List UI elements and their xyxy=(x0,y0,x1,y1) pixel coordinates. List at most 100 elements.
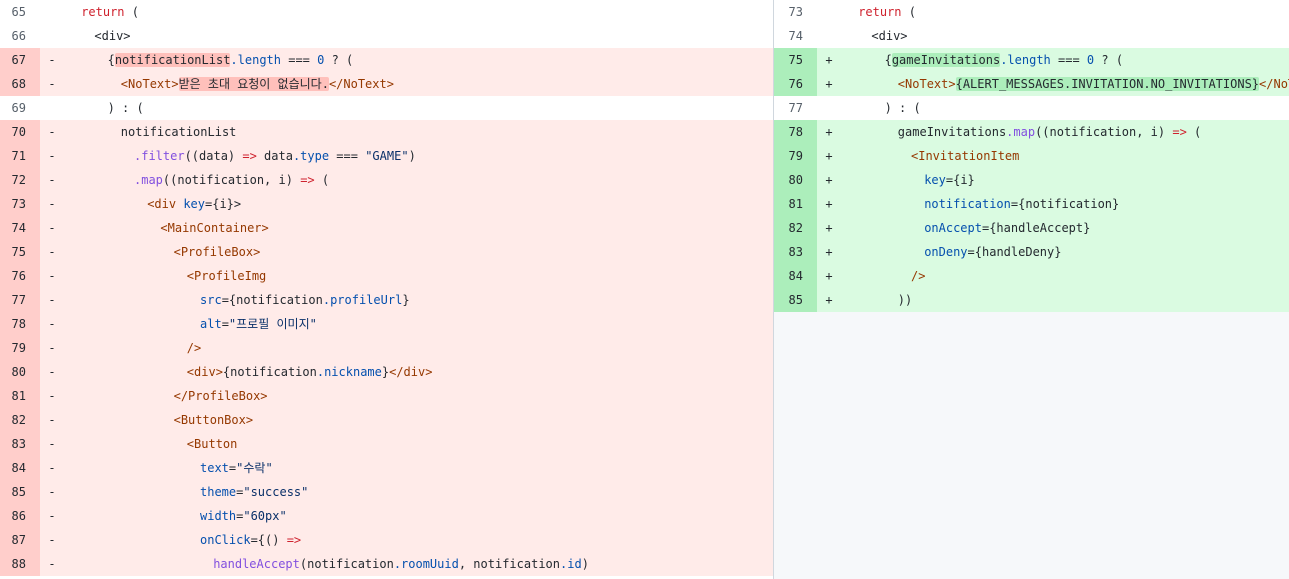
code-token: <div> xyxy=(94,29,131,43)
diff-marker: + xyxy=(825,149,833,163)
line-number[interactable]: 75 xyxy=(774,48,817,72)
line-number[interactable]: 77 xyxy=(774,96,817,120)
line-number[interactable]: 83 xyxy=(0,432,40,456)
diff-marker: + xyxy=(825,173,833,187)
line-number[interactable]: 83 xyxy=(774,240,817,264)
code-token: ={i} xyxy=(945,173,975,187)
code-token: theme xyxy=(200,485,237,499)
diff-line-added: 84 + /> xyxy=(774,264,1289,288)
code-line: /> xyxy=(841,264,1289,288)
line-number[interactable]: 88 xyxy=(0,552,40,576)
line-number[interactable]: 74 xyxy=(774,24,817,48)
line-number[interactable]: 76 xyxy=(774,72,817,96)
line-number[interactable]: 65 xyxy=(0,0,40,24)
code-line: .filter((data) => data.type === "GAME") xyxy=(64,144,773,168)
code-line: <ButtonBox> xyxy=(64,408,773,432)
diff-line-deleted: 88- handleAccept(notification.roomUuid, n… xyxy=(0,552,773,576)
line-number[interactable]: 84 xyxy=(0,456,40,480)
line-number[interactable]: 87 xyxy=(0,528,40,552)
line-number[interactable]: 77 xyxy=(0,288,40,312)
line-number[interactable]: 80 xyxy=(0,360,40,384)
code-token: <div xyxy=(147,197,177,211)
diff-marker: - xyxy=(48,341,56,355)
diff-line-added: 79 + <InvitationItem xyxy=(774,144,1289,168)
line-number[interactable]: 76 xyxy=(0,264,40,288)
diff-line-context: 73 return ( xyxy=(774,0,1289,24)
line-number[interactable]: 71 xyxy=(0,144,40,168)
diff-line-deleted: 76- <ProfileImg xyxy=(0,264,773,288)
code-token: <ProfileImg xyxy=(186,269,267,283)
code-line: <ProfileBox> xyxy=(64,240,773,264)
diff-marker: + xyxy=(825,293,833,307)
code-token: key xyxy=(176,197,205,211)
code-token: onClick xyxy=(200,533,251,547)
code-line: {notificationList.length === 0 ? ( xyxy=(64,48,773,72)
line-number[interactable]: 82 xyxy=(774,216,817,240)
line-number[interactable]: 81 xyxy=(774,192,817,216)
diff-line-added: 80 + key={i} xyxy=(774,168,1289,192)
code-token: ? ( xyxy=(1094,53,1124,67)
diff-marker xyxy=(817,0,841,24)
line-number[interactable]: 67 xyxy=(0,48,40,72)
code-line: <NoText>받은 초대 요청이 없습니다.</NoText> xyxy=(64,72,773,96)
code-line: <div>{notification.nickname}</div> xyxy=(64,360,773,384)
line-number[interactable]: 80 xyxy=(774,168,817,192)
code-token: gameInvitations xyxy=(897,125,1007,139)
diff-line-deleted: 74- <MainContainer> xyxy=(0,216,773,240)
diff-line-deleted: 87- onClick={() => xyxy=(0,528,773,552)
code-token: <MainContainer> xyxy=(160,221,269,235)
diff-marker: + xyxy=(825,53,833,67)
line-number[interactable]: 84 xyxy=(774,264,817,288)
code-token: src xyxy=(200,293,222,307)
code-token: </NoText> xyxy=(1259,77,1289,91)
code-token: { xyxy=(884,53,892,67)
diff-marker: - xyxy=(48,533,56,547)
split-diff-view: 65 return (66 <div> 67- {notificationList.le… xyxy=(0,0,1289,579)
code-token: => xyxy=(286,533,302,547)
line-number[interactable]: 81 xyxy=(0,384,40,408)
code-token: } xyxy=(402,293,410,307)
code-line: ) : ( xyxy=(841,96,1289,120)
line-number[interactable]: 85 xyxy=(0,480,40,504)
line-number[interactable]: 73 xyxy=(774,0,817,24)
line-number[interactable]: 72 xyxy=(0,168,40,192)
diff-line-deleted: 75- <ProfileBox> xyxy=(0,240,773,264)
code-token: text xyxy=(200,461,229,475)
code-token: "60px" xyxy=(243,509,287,523)
line-number[interactable]: 82 xyxy=(0,408,40,432)
code-token: return xyxy=(858,5,902,19)
code-token: )) xyxy=(897,293,913,307)
code-line: gameInvitations.map((notification, i) =>… xyxy=(841,120,1289,144)
code-line: handleAccept(notification.roomUuid, noti… xyxy=(64,552,773,576)
line-number[interactable]: 70 xyxy=(0,120,40,144)
line-number[interactable]: 73 xyxy=(0,192,40,216)
line-number[interactable]: 86 xyxy=(0,504,40,528)
diff-line-deleted: 78- alt="프로필 이미지" xyxy=(0,312,773,336)
line-number[interactable]: 66 xyxy=(0,24,40,48)
diff-marker: - xyxy=(48,557,56,571)
code-line: width="60px" xyxy=(64,504,773,528)
code-line: <InvitationItem xyxy=(841,144,1289,168)
diff-marker: - xyxy=(48,317,56,331)
code-line: return ( xyxy=(841,0,1289,24)
line-number[interactable]: 79 xyxy=(774,144,817,168)
diff-marker: - xyxy=(48,149,56,163)
diff-line-deleted: 72- .map((notification, i) => ( xyxy=(0,168,773,192)
line-number[interactable]: 79 xyxy=(0,336,40,360)
code-token: width xyxy=(200,509,237,523)
line-number[interactable]: 74 xyxy=(0,216,40,240)
diff-line-context: 69) : ( xyxy=(0,96,773,120)
diff-line-deleted: 83- <Button xyxy=(0,432,773,456)
code-line: <div> xyxy=(64,24,773,48)
diff-line-context: 65 return ( xyxy=(0,0,773,24)
diff-marker xyxy=(40,24,64,48)
code-token: 받은 초대 요청이 없습니다. xyxy=(178,77,329,91)
diff-marker: - xyxy=(48,485,56,499)
line-number[interactable]: 78 xyxy=(0,312,40,336)
line-number[interactable]: 68 xyxy=(0,72,40,96)
diff-marker: - xyxy=(48,461,56,475)
line-number[interactable]: 69 xyxy=(0,96,40,120)
line-number[interactable]: 78 xyxy=(774,120,817,144)
line-number[interactable]: 85 xyxy=(774,288,817,312)
line-number[interactable]: 75 xyxy=(0,240,40,264)
